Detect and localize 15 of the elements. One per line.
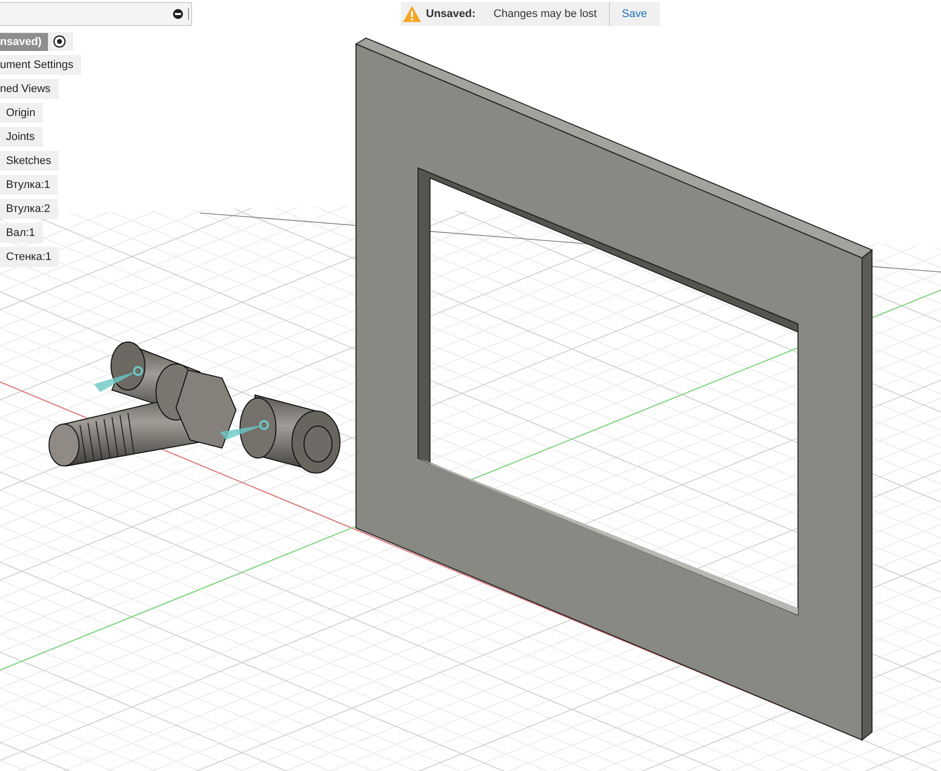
collapse-icon[interactable] [173, 9, 183, 19]
unsaved-message: Changes may be lost [494, 8, 597, 20]
browser-item[interactable]: ned Views [0, 79, 59, 99]
browser-item[interactable]: Origin [0, 103, 44, 123]
unsaved-label: Unsaved: [426, 8, 476, 20]
browser-item[interactable]: Втулка:2 [0, 199, 58, 219]
warning-icon [403, 6, 421, 22]
browser-item[interactable]: Втулка:1 [0, 175, 58, 195]
browser-item[interactable]: Joints [0, 127, 43, 147]
save-button[interactable]: Save [610, 2, 659, 26]
radio-icon[interactable] [52, 35, 66, 48]
browser-item[interactable]: Стенка:1 [0, 247, 60, 267]
browser-item[interactable]: ument Settings [0, 55, 82, 75]
browser-item[interactable]: Sketches [0, 151, 60, 171]
browser-item[interactable]: Вал:1 [0, 223, 44, 243]
